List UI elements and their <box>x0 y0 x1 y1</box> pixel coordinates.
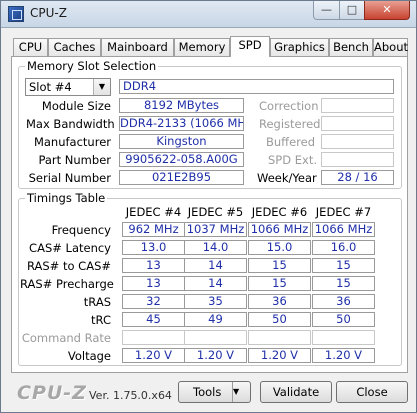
timings-cell: 1037 MHz <box>184 222 247 237</box>
tab-about[interactable]: About <box>373 38 408 56</box>
cpuz-app-icon <box>8 6 24 22</box>
registered-label: Registered <box>259 117 321 131</box>
timings-cell: 13 <box>122 276 185 291</box>
buffered-label: Buffered <box>266 135 316 149</box>
timings-column-header: JEDEC #4 <box>125 205 182 219</box>
module-size-value: 8192 MBytes <box>119 98 244 113</box>
tab-cpu[interactable]: CPU <box>13 38 48 56</box>
manufacturer-value: Kingston <box>119 134 244 149</box>
timings-cell <box>312 330 375 345</box>
timings-row-label: Command Rate <box>21 331 111 345</box>
timings-cell: 1.20 V <box>248 348 311 363</box>
memory-slot-group-title: Memory Slot Selection <box>25 59 159 73</box>
timings-cell: 15 <box>248 258 311 273</box>
timings-cell: 14.0 <box>184 240 247 255</box>
validate-button[interactable]: Validate <box>260 381 332 403</box>
timings-cell: 1066 MHz <box>248 222 311 237</box>
timings-cell <box>248 330 311 345</box>
maximize-button[interactable]: □ <box>339 1 365 20</box>
minimize-button[interactable]: — <box>313 1 340 20</box>
correction-value <box>321 98 394 113</box>
window-title: CPU-Z <box>30 6 67 20</box>
timings-cell: 32 <box>122 294 185 309</box>
timings-row-label: Voltage <box>67 349 111 363</box>
timings-row-label: RAS# to CAS# <box>26 259 111 273</box>
timings-cell: 1066 MHz <box>312 222 375 237</box>
slot-select[interactable]: Slot #4 ▼ <box>25 78 111 96</box>
max-bandwidth-value: DDR4-2133 (1066 MHz) <box>119 116 244 131</box>
max-bandwidth-label: Max Bandwidth <box>26 117 115 131</box>
timings-column-header: JEDEC #6 <box>251 205 308 219</box>
timings-column-header: JEDEC #7 <box>315 205 372 219</box>
timings-cell: 1.20 V <box>312 348 375 363</box>
timings-cell: 962 MHz <box>122 222 185 237</box>
serial-number-value: 021E2B95 <box>119 170 244 185</box>
timings-cell: 36 <box>248 294 311 309</box>
spd-panel: Memory Slot Selection Slot #4 ▼ DDR4 Mod… <box>11 56 408 373</box>
part-number-value: 9905622-058.A00G <box>119 152 244 167</box>
cpuz-logo: CPU-Z <box>17 382 87 404</box>
timings-row-label: tRC <box>91 313 111 327</box>
title-bar[interactable]: CPU-Z — □ ✕ <box>1 1 416 28</box>
timings-cell: 45 <box>122 312 185 327</box>
close-button[interactable]: Close <box>336 381 408 403</box>
timings-cell: 50 <box>312 312 375 327</box>
week-year-value: 28 / 16 <box>321 170 394 185</box>
chevron-down-icon: ▼ <box>93 79 110 95</box>
timings-column-header: JEDEC #5 <box>187 205 244 219</box>
spd-ext-value <box>321 152 394 167</box>
timings-cell: 35 <box>184 294 247 309</box>
timings-cell <box>184 330 247 345</box>
timings-row-label: Frequency <box>51 223 111 237</box>
timings-cell: 13 <box>122 258 185 273</box>
tools-button-label: Tools <box>193 385 222 399</box>
timings-row-label: CAS# Latency <box>29 241 111 255</box>
timings-group-title: Timings Table <box>25 191 108 205</box>
memory-type-value: DDR4 <box>119 79 394 94</box>
manufacturer-label: Manufacturer <box>33 135 111 149</box>
timings-cell: 14 <box>184 258 247 273</box>
timings-cell: 15.0 <box>248 240 311 255</box>
timings-cell: 15 <box>312 276 375 291</box>
timings-cell: 15 <box>248 276 311 291</box>
chevron-down-icon[interactable]: ▼ <box>232 382 250 402</box>
module-size-label: Module Size <box>41 99 111 113</box>
timings-cell: 14 <box>184 276 247 291</box>
registered-value <box>321 116 394 131</box>
timings-cell: 36 <box>312 294 375 309</box>
cpuz-window: CPU-Z — □ ✕ CPU Caches Mainboard Memory … <box>0 0 417 413</box>
part-number-label: Part Number <box>38 153 111 167</box>
tab-caches[interactable]: Caches <box>48 38 101 56</box>
timings-cell <box>122 330 185 345</box>
tab-spd[interactable]: SPD <box>230 36 270 57</box>
timings-cell: 16.0 <box>312 240 375 255</box>
timings-cell: 15 <box>312 258 375 273</box>
correction-label: Correction <box>259 99 319 113</box>
timings-cell: 49 <box>184 312 247 327</box>
timings-row-label: tRAS <box>83 295 111 309</box>
serial-number-label: Serial Number <box>28 171 111 185</box>
spd-ext-label: SPD Ext. <box>268 153 317 167</box>
timings-cell: 13.0 <box>122 240 185 255</box>
tools-button[interactable]: Tools ▼ <box>178 381 251 403</box>
close-window-button[interactable]: ✕ <box>364 1 410 20</box>
slot-select-value: Slot #4 <box>29 80 72 94</box>
tab-memory[interactable]: Memory <box>174 38 230 56</box>
timings-cell: 1.20 V <box>184 348 247 363</box>
version-text: Ver. 1.75.0.x64 <box>89 389 172 402</box>
timings-cell: 1.20 V <box>122 348 185 363</box>
tab-bench[interactable]: Bench <box>329 38 373 56</box>
tab-mainboard[interactable]: Mainboard <box>101 38 174 56</box>
timings-cell: 50 <box>248 312 311 327</box>
buffered-value <box>321 134 394 149</box>
tab-graphics[interactable]: Graphics <box>270 38 329 56</box>
week-year-label: Week/Year <box>257 171 317 185</box>
timings-row-label: RAS# Precharge <box>20 277 114 291</box>
